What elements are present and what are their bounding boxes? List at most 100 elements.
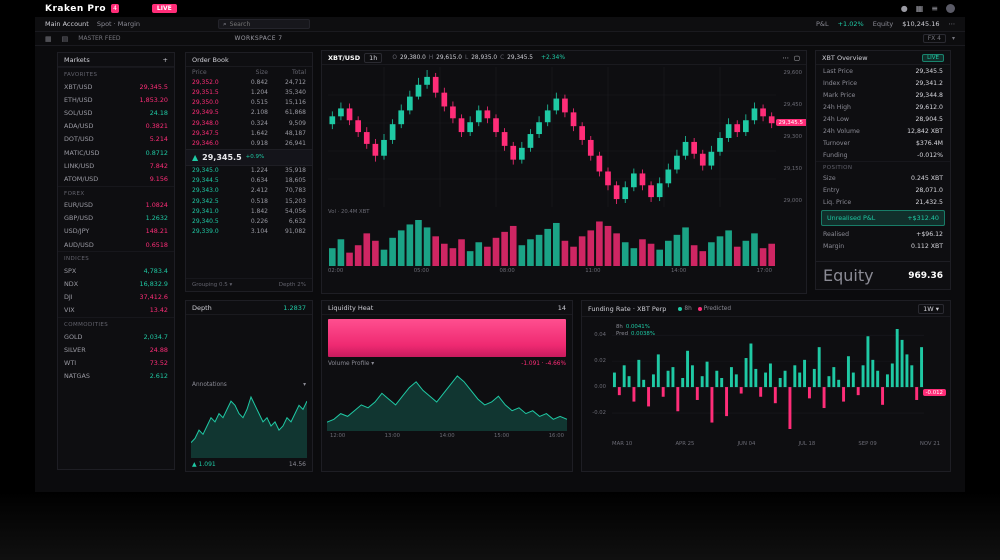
orderbook-row[interactable]: 29,346.00.91826,941 [186,138,312,148]
watchlist-row[interactable]: NDX16,832.9 [58,277,174,290]
panels-icon[interactable]: ▦ [45,35,52,43]
orderbook-row[interactable]: 29,341.01.84254,056 [186,206,312,216]
orderbook-row[interactable]: 29,348.00.3249,509 [186,118,312,128]
heat-band[interactable] [328,319,566,357]
orderbook-row[interactable]: 29,343.02.41270,783 [186,186,312,196]
mini-footer: ▲ 1.091 14.56 [186,458,312,471]
watchlist-row[interactable]: USD/JPY148.21 [58,225,174,238]
funding-title: Funding Rate · XBT Perp [588,305,666,313]
watchlist-row[interactable]: EUR/USD1.0824 [58,199,174,212]
add-market-button[interactable]: + [163,56,168,64]
candle-chart[interactable]: 29,60029,45029,30029,15029,000 29,345.5 [328,67,806,207]
rows-icon[interactable]: ▤ [62,35,69,43]
watchlist-row[interactable]: GBP/USD1.2632 [58,212,174,225]
watchlist-row[interactable]: ETH/USD1,853.20 [58,93,174,106]
chevron-down-icon[interactable]: ▾ [952,35,955,42]
price-cell: 29,344.5 [192,177,230,184]
orderbook-row[interactable]: 29,344.50.63418,605 [186,176,312,186]
fx-chip[interactable]: FX 4 [923,34,946,43]
spread-row[interactable]: ▲ 29,345.5 +0.9% [186,149,312,166]
watchlist-row[interactable]: ATOM/USD9.156 [58,172,174,185]
watchlist-row[interactable]: MATIC/USD0.8712 [58,146,174,159]
watchlist-row[interactable]: VIX13.42 [58,304,174,317]
orderbook-row[interactable]: 29,351.51.20435,340 [186,87,312,97]
pair-name: SOL/USD [64,109,92,117]
orderbook-row[interactable]: 29,342.50.51815,203 [186,196,312,206]
trading-app-window: Kraken Pro 4 LIVE ● ▦ ≡ Main Account Spo… [35,0,965,492]
mini-header: Depth 1.2837 [186,301,312,315]
stat-label: Index Price [823,80,857,87]
profile-select[interactable]: Volume Profile ▾ [328,361,374,367]
stat-value: 28,071.0 [915,187,943,194]
notifications-icon[interactable]: ● [901,4,908,13]
grouping-select[interactable]: Grouping 0.5 ▾ [192,282,232,288]
watchlist-row[interactable]: SILVER24.88 [58,343,174,356]
orderbook-row[interactable]: 29,349.52.10861,868 [186,108,312,118]
funding-svg [612,321,924,439]
liquidity-panel: Liquidity Heat 14 Volume Profile ▾ -1.09… [321,300,573,472]
watchlist-row[interactable]: ADA/USD0.3821 [58,120,174,133]
watchlist-row[interactable]: DJI37,412.6 [58,291,174,304]
expand-icon[interactable]: ▢ [794,54,800,62]
grid-layout-icon[interactable]: ▦ [916,4,924,13]
orderbook-row[interactable]: 29,340.50.2266,632 [186,216,312,226]
funding-xaxis: MAR 10APR 25JUN 04JUL 18SEP 09NOV 21 [612,441,940,447]
watchlist-section-header: Favorites [58,67,174,80]
account-name[interactable]: Main Account [45,20,89,28]
avatar[interactable] [946,4,955,13]
live-chip: LIVE [922,54,944,62]
unrealised-pnl-row[interactable]: Unrealised P&L +$312.40 [821,210,945,226]
ohlc-key: O [392,55,397,61]
watchlist-row[interactable]: SOL/USD24.18 [58,106,174,119]
watchlist-row[interactable]: SPX4,783.4 [58,264,174,277]
range-select[interactable]: 1W ▾ [918,304,944,314]
watchlist-row[interactable]: WTI73.52 [58,356,174,369]
stat-val: 0.0041% [626,324,650,330]
stat-row: Realised+$96.12 [816,228,950,240]
pair-selector[interactable]: XBT/USD [328,54,360,62]
workspace-right: FX 4 ▾ [923,34,955,43]
orderbook-footer: Grouping 0.5 ▾ Depth 2% [186,278,312,291]
funding-yaxis-label: -0.02 [592,410,606,416]
watchlist-row[interactable]: AUD/USD0.6518 [58,238,174,251]
watchlist-row[interactable]: GOLD2,034.7 [58,330,174,343]
size-cell: 0.634 [230,177,268,184]
orderbook-row[interactable]: 29,352.00.84224,712 [186,77,312,87]
stat-label: Funding [823,152,848,159]
watchlist-row[interactable]: DOT/USD5.214 [58,133,174,146]
orderbook-row[interactable]: 29,347.51.64248,187 [186,128,312,138]
orderbook-row[interactable]: 29,345.01.22435,918 [186,166,312,176]
stat-label: 24h Volume [823,128,860,135]
pair-price: 2,034.7 [144,333,168,341]
live-badge[interactable]: LIVE [152,4,177,13]
size-cell: 0.518 [230,198,268,205]
search-input[interactable] [230,21,305,28]
menu-icon[interactable]: ≡ [931,4,938,13]
chart-more-icon[interactable]: ⋯ [782,54,789,62]
legend-item: Predicted [698,306,731,312]
funding-chart[interactable]: 0.040.020.00-0.02 8h0.0041%Pred0.0038% -… [612,321,942,439]
more-options-icon[interactable]: ⋯ [949,20,956,28]
interval-selector[interactable]: 1h [364,53,382,63]
pair-name: NATGAS [64,372,90,380]
search-box[interactable]: ⌕ [218,19,310,29]
watchlist-row[interactable]: LINK/USD7.842 [58,159,174,172]
liquidity-title: Liquidity Heat [328,304,373,312]
workspace-label[interactable]: WORKSPACE 7 [235,35,283,42]
watchlist-row[interactable]: XBT/USD29,345.5 [58,80,174,93]
funding-yaxis-label: 0.02 [594,358,606,364]
size-cell: 1.224 [230,167,268,174]
total-cell: 15,116 [268,99,306,106]
orderbook-row[interactable]: 29,350.00.51515,116 [186,98,312,108]
orderbook-row[interactable]: 29,339.03.10491,082 [186,227,312,237]
mini-svg [191,390,307,458]
watchlist-row[interactable]: NATGAS2.612 [58,370,174,383]
pair-name: USD/JPY [64,227,89,235]
time-axis-label: 11:00 [585,268,600,274]
annotations-row[interactable]: Annotations ▾ [186,380,312,390]
stat-row: Entry28,071.0 [816,184,950,196]
liquidity-badge: 14 [558,304,566,312]
feed-label: MASTER FEED [78,35,120,42]
funding-xaxis-label: MAR 10 [612,441,632,447]
time-axis-label: 02:00 [328,268,343,274]
